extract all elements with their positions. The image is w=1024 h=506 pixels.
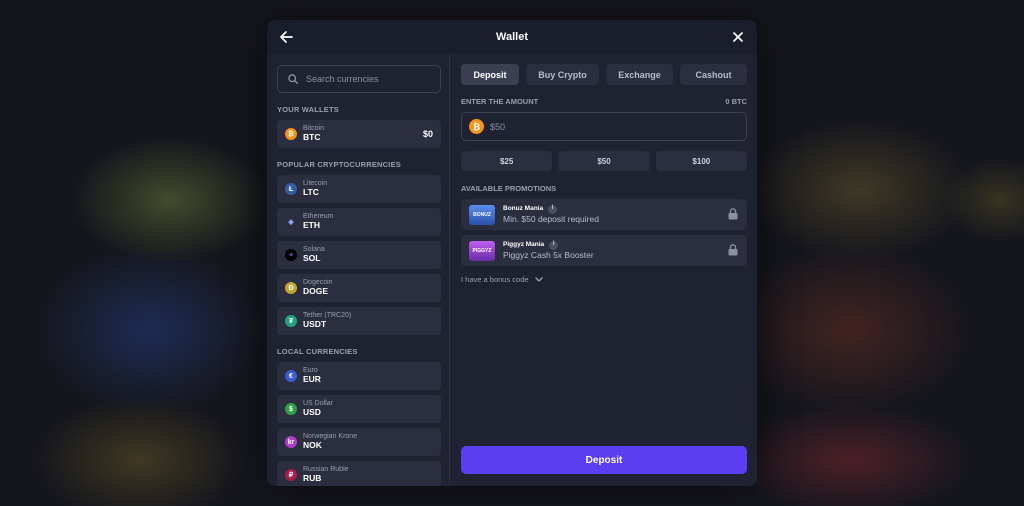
- promotion-description: Piggyz Cash 5x Booster: [503, 249, 594, 260]
- currency-code: LTC: [303, 187, 319, 198]
- currency-row-ltc[interactable]: Ł Litecoin LTC: [277, 175, 441, 203]
- info-icon[interactable]: i: [548, 204, 558, 214]
- currency-row-eth[interactable]: ◆ Ethereum ETH: [277, 208, 441, 236]
- wallet-modal: Wallet YOUR WALLETS ₿BitcoinBTC$0 POPULA…: [267, 20, 757, 486]
- section-label-popular: POPULAR CRYPTOCURRENCIES: [277, 160, 401, 169]
- dollar-icon: $: [285, 403, 297, 415]
- modal-header: Wallet: [267, 20, 757, 54]
- currency-row-nok[interactable]: kr Norwegian Krone NOK: [277, 428, 441, 456]
- piggyz-mania-logo: PIGGYZ: [469, 240, 495, 261]
- currency-row-usd[interactable]: $ US Dollar USD: [277, 395, 441, 423]
- search-box[interactable]: [277, 65, 441, 93]
- currency-code: NOK: [303, 440, 322, 451]
- promotion-description: Min. $50 deposit required: [503, 213, 599, 224]
- ruble-icon: ₽: [285, 469, 297, 481]
- promotion-title: Bonuz Mania: [503, 205, 544, 213]
- tab-deposit[interactable]: Deposit: [461, 64, 519, 85]
- currency-code: DOGE: [303, 286, 329, 297]
- currency-code: EUR: [303, 374, 321, 385]
- krone-icon: kr: [285, 436, 297, 448]
- currency-row-btc[interactable]: ₿ Bitcoin BTC $0: [277, 120, 441, 148]
- info-icon[interactable]: i: [549, 240, 559, 250]
- euro-icon: €: [285, 370, 297, 382]
- lock-icon: [728, 244, 738, 256]
- currency-row-usdt[interactable]: ₮ Tether (TRC20) USDT: [277, 307, 441, 335]
- currency-row-eur[interactable]: € Euro EUR: [277, 362, 441, 390]
- currency-code: BTC: [303, 132, 321, 143]
- deposit-button[interactable]: Deposit: [461, 446, 747, 474]
- tether-icon: ₮: [285, 315, 297, 327]
- promotion-title: Piggyz Mania: [503, 241, 545, 249]
- amount-label: ENTER THE AMOUNT: [461, 97, 539, 106]
- bonus-code-label: I have a bonus code: [461, 275, 529, 284]
- preset-button-100[interactable]: $100: [655, 151, 747, 171]
- currency-code: USD: [303, 407, 321, 418]
- preset-button-25[interactable]: $25: [461, 151, 553, 171]
- section-label-local: LOCAL CURRENCIES: [277, 347, 358, 356]
- amount-input[interactable]: [490, 121, 640, 132]
- lock-icon: [728, 208, 738, 220]
- promotions-label: AVAILABLE PROMOTIONS: [461, 184, 557, 193]
- promotion-bonuz-mania[interactable]: BONUZ Bonuz Mania i Min. $50 deposit req…: [461, 199, 747, 230]
- back-button[interactable]: [269, 20, 303, 54]
- amount-balance: 0 BTC: [725, 97, 747, 106]
- bitcoin-icon: ₿: [469, 119, 484, 134]
- currency-row-sol[interactable]: ≡ Solana SOL: [277, 241, 441, 269]
- currency-row-rub[interactable]: ₽ Russian Ruble RUB: [277, 461, 441, 486]
- tab-buy-crypto[interactable]: Buy Crypto: [526, 64, 599, 85]
- section-label-your-wallets: YOUR WALLETS: [277, 105, 339, 114]
- amount-field[interactable]: ₿: [461, 112, 747, 141]
- bitcoin-icon: ₿: [285, 128, 297, 140]
- tab-bar: Deposit Buy Crypto Exchange Cashout: [461, 64, 747, 85]
- popular-list: Ł Litecoin LTC ◆ Ethereum ETH ≡ Solana SOL Ð Dogec…: [277, 175, 441, 335]
- tab-cashout[interactable]: Cashout: [680, 64, 747, 85]
- local-list: € Euro EUR $ US Dollar USD kr Norwegian Krone NO…: [277, 362, 441, 486]
- dogecoin-icon: Ð: [285, 282, 297, 294]
- close-button[interactable]: [721, 20, 755, 54]
- currency-sidebar: YOUR WALLETS ₿BitcoinBTC$0 POPULAR CRYPT…: [267, 54, 450, 486]
- currency-code: SOL: [303, 253, 321, 264]
- solana-icon: ≡: [285, 249, 297, 261]
- promotion-piggyz-mania[interactable]: PIGGYZ Piggyz Mania i Piggyz Cash 5x Boo…: [461, 235, 747, 266]
- currency-code: USDT: [303, 319, 327, 330]
- tab-exchange[interactable]: Exchange: [606, 64, 673, 85]
- preset-amounts: $25 $50 $100: [461, 151, 747, 171]
- preset-button-50[interactable]: $50: [558, 151, 650, 171]
- wallet-balance: $0: [422, 129, 433, 139]
- arrow-left-icon: [279, 31, 293, 43]
- currency-row-doge[interactable]: Ð Dogecoin DOGE: [277, 274, 441, 302]
- modal-title: Wallet: [496, 31, 528, 43]
- wallets-list: ₿ Bitcoin BTC $0: [277, 120, 441, 148]
- deposit-panel: Deposit Buy Crypto Exchange Cashout ENTE…: [450, 54, 757, 486]
- litecoin-icon: Ł: [285, 183, 297, 195]
- close-icon: [733, 32, 743, 42]
- bonuz-mania-logo: BONUZ: [469, 204, 495, 225]
- currency-code: ETH: [303, 220, 320, 231]
- bonus-code-toggle[interactable]: I have a bonus code: [461, 275, 543, 284]
- ethereum-icon: ◆: [285, 216, 297, 228]
- search-icon: [288, 74, 298, 84]
- search-input[interactable]: [306, 74, 426, 84]
- chevron-down-icon: [534, 277, 543, 282]
- currency-code: RUB: [303, 473, 322, 484]
